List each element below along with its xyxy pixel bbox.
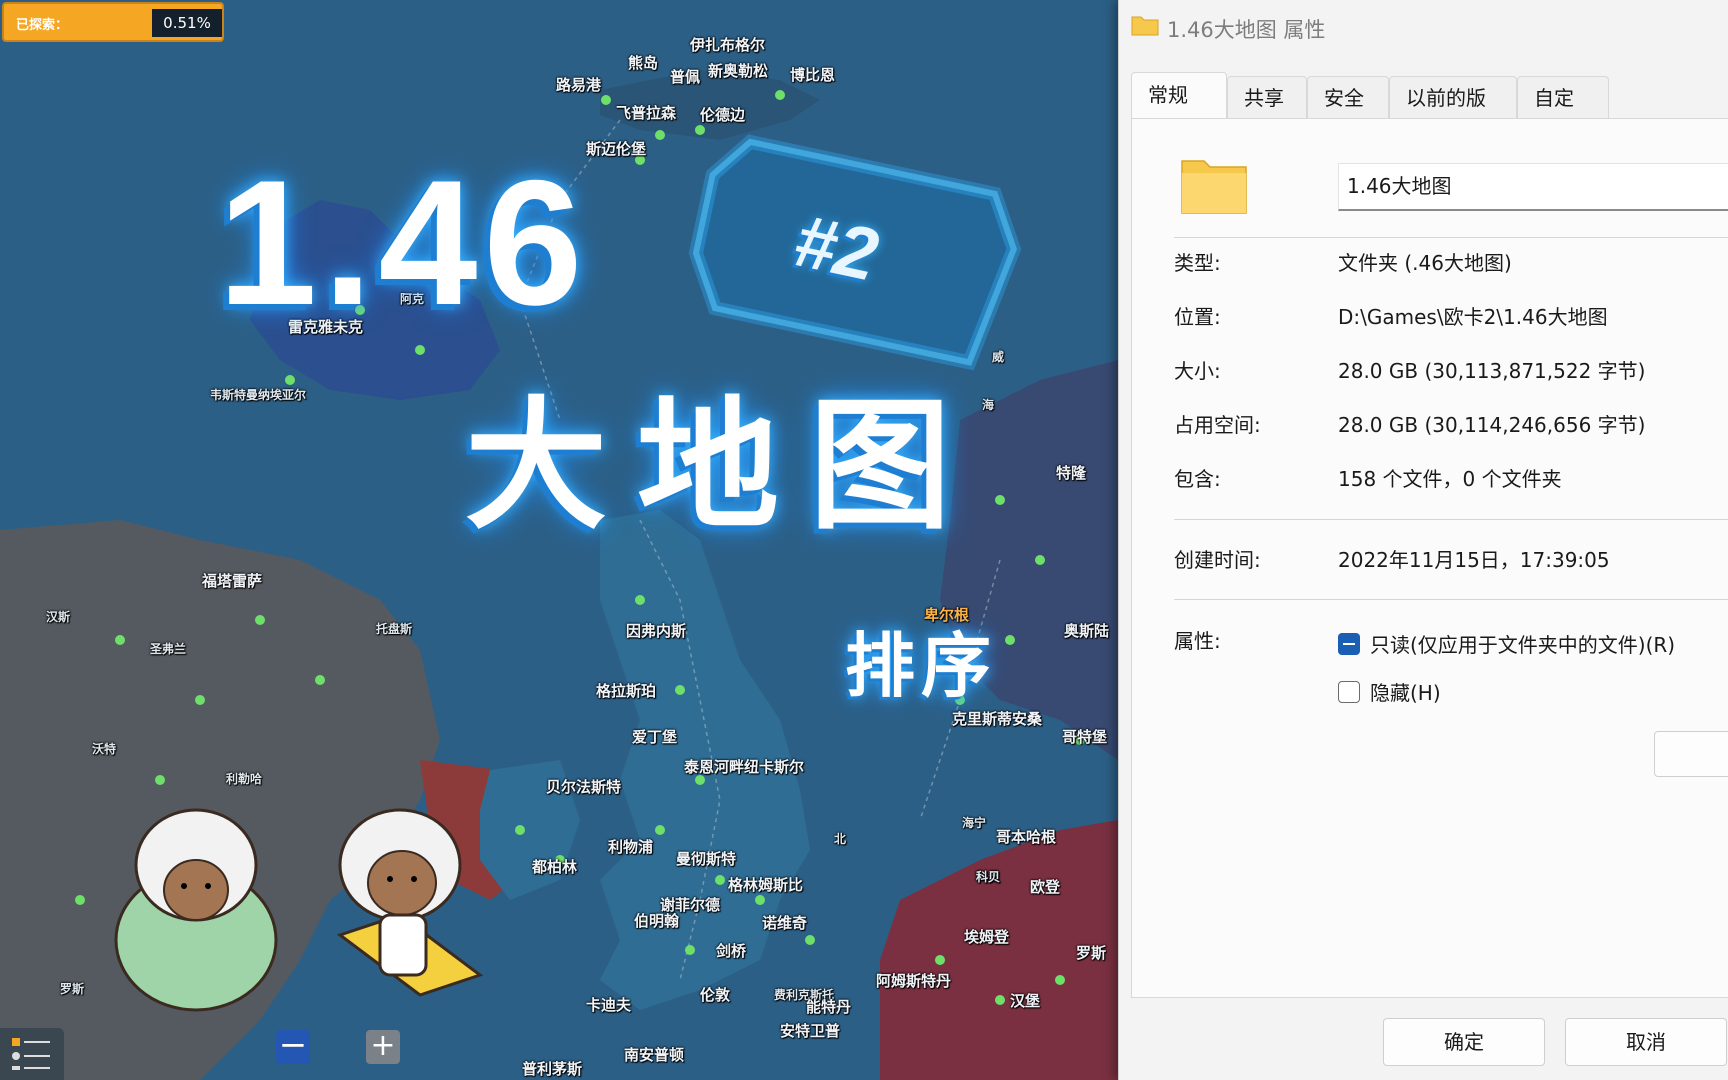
- map-label: 卡迪夫: [586, 996, 632, 1014]
- map-label: 斯迈伦堡: [586, 140, 647, 158]
- folder-icon: [1131, 16, 1159, 36]
- map-label: 圣弗兰: [150, 642, 187, 656]
- explore-progress: 已探索： 0.51%: [2, 2, 224, 42]
- map-label: 威: [992, 350, 1005, 364]
- map-label: 泰恩河畔纽卡斯尔: [684, 758, 805, 776]
- size-value: 28.0 GB (30,113,871,522 字节): [1338, 359, 1646, 383]
- tab-previous-versions[interactable]: 以前的版本: [1389, 76, 1517, 152]
- map-label: 剑桥: [716, 942, 747, 960]
- zoom-out-button[interactable]: −: [276, 1028, 310, 1064]
- created-label: 创建时间:: [1174, 548, 1261, 572]
- tab-general[interactable]: 常规: [1131, 72, 1227, 120]
- location-label: 位置:: [1174, 305, 1221, 329]
- map-label: 安特卫普: [780, 1022, 841, 1040]
- map-label: 托盘斯: [376, 622, 413, 636]
- folder-name-input[interactable]: 1.46大地图: [1338, 163, 1728, 211]
- tab-security[interactable]: 安全: [1307, 76, 1389, 118]
- location-value: D:\Games\欧卡2\1.46大地图: [1338, 305, 1608, 329]
- folder-icon: [1181, 160, 1247, 214]
- map-legend-button[interactable]: [0, 1028, 64, 1080]
- type-label: 类型:: [1174, 251, 1221, 275]
- map-label: 南安普顿: [624, 1046, 685, 1064]
- map-label: 利勒哈: [226, 772, 263, 786]
- map-label: 海宁: [962, 816, 987, 830]
- map-label: 沃特: [92, 742, 117, 756]
- overlay-subtitle: 排序: [845, 625, 997, 707]
- map-label: 新奥勒松: [708, 62, 769, 80]
- map-label: 福塔雷萨: [202, 572, 263, 590]
- map-label: 哥本哈根: [996, 828, 1057, 846]
- attributes-label: 属性:: [1174, 629, 1221, 653]
- ok-button[interactable]: 确定: [1383, 1018, 1545, 1066]
- tab-customize[interactable]: 自定义: [1517, 76, 1609, 152]
- cartoon-character-cold: [114, 808, 278, 1012]
- map-label: 利物浦: [608, 838, 654, 856]
- map-label: 曼彻斯特: [676, 850, 737, 868]
- map-label: 汉堡: [1010, 992, 1041, 1010]
- map-label: 哥特堡: [1062, 728, 1108, 746]
- type-value: 文件夹 (.46大地图): [1338, 251, 1512, 275]
- map-label: 普佩: [670, 68, 701, 86]
- explore-label: 已探索：: [16, 18, 69, 33]
- map-label: 普利茅斯: [522, 1060, 583, 1078]
- map-label: 埃姆登: [964, 928, 1010, 946]
- map-label: 爱丁堡: [632, 728, 678, 746]
- overlay-episode-badge: #2: [787, 198, 886, 297]
- map-label: 海: [982, 398, 995, 412]
- map-label: 阿姆斯特丹: [876, 972, 952, 990]
- created-value: 2022年11月15日，17:39:05: [1338, 548, 1610, 572]
- overlay-title: 大地图: [465, 384, 981, 549]
- contains-label: 包含:: [1174, 467, 1221, 491]
- map-label: 能特丹: [806, 998, 852, 1016]
- divider: [1174, 599, 1728, 600]
- map-label: 博比恩: [790, 66, 836, 84]
- cartoon-character-angel: [336, 808, 484, 997]
- readonly-checkbox[interactable]: [1338, 633, 1360, 655]
- size-label: 大小:: [1174, 359, 1221, 383]
- map-label: 汉斯: [46, 610, 71, 624]
- map-label: 伦德边: [700, 106, 746, 124]
- overlay-version-number: 1.46: [218, 143, 589, 342]
- map-label: 诺维奇: [762, 914, 808, 932]
- map-label: 北: [834, 832, 847, 846]
- map-label: 科贝: [976, 870, 1001, 884]
- explore-value: 0.51%: [152, 9, 222, 37]
- cancel-button[interactable]: 取消: [1565, 1018, 1727, 1066]
- properties-dialog: 1.46大地图 属性 常规 共享 安全 以前的版本 自定义 1.46大地图 类型…: [1118, 0, 1728, 1080]
- disk-size-label: 占用空间:: [1174, 413, 1261, 437]
- legend-icon: [12, 1038, 50, 1070]
- tab-bar: 常规 共享 安全 以前的版本 自定义: [1131, 72, 1728, 152]
- map-label: 格林姆斯比: [728, 876, 804, 894]
- map-label: 伊扎布格尔: [690, 36, 766, 54]
- zoom-in-button[interactable]: +: [366, 1030, 400, 1064]
- disk-size-value: 28.0 GB (30,114,246,656 字节): [1338, 413, 1646, 437]
- map-label: 因弗内斯: [626, 622, 687, 640]
- contains-value: 158 个文件，0 个文件夹: [1338, 467, 1562, 491]
- map-label: 飞普拉森: [616, 104, 677, 122]
- map-label: 伦敦: [700, 986, 731, 1004]
- map-label: 克里斯蒂安桑: [952, 710, 1043, 728]
- map-label: 罗斯: [1076, 944, 1107, 962]
- map-label: 韦斯特曼纳埃亚尔: [210, 388, 307, 402]
- map-label: 欧登: [1030, 878, 1061, 896]
- divider: [1174, 519, 1728, 520]
- advanced-button[interactable]: 高: [1654, 731, 1728, 777]
- map-label: 特隆: [1056, 464, 1087, 482]
- map-label: 格拉斯珀: [596, 682, 657, 700]
- hidden-checkbox-label[interactable]: 隐藏(H): [1370, 677, 1441, 706]
- map-label: 奥斯陆: [1064, 622, 1110, 640]
- map-label: 贝尔法斯特: [546, 778, 622, 796]
- dialog-title: 1.46大地图 属性: [1167, 18, 1326, 42]
- tab-sharing[interactable]: 共享: [1227, 76, 1307, 118]
- hidden-checkbox[interactable]: [1338, 681, 1360, 703]
- map-label: 罗斯: [60, 982, 85, 996]
- readonly-checkbox-label[interactable]: 只读(仅应用于文件夹中的文件)(R): [1370, 629, 1675, 658]
- map-label: 伯明翰: [634, 912, 680, 930]
- map-label: 路易港: [556, 76, 602, 94]
- dialog-titlebar[interactable]: 1.46大地图 属性: [1119, 0, 1728, 58]
- map-label: 熊岛: [628, 54, 659, 72]
- map-label: 都柏林: [532, 858, 578, 876]
- divider: [1174, 237, 1728, 238]
- general-panel: 1.46大地图 类型: 文件夹 (.46大地图) 位置: D:\Games\欧卡…: [1131, 118, 1728, 998]
